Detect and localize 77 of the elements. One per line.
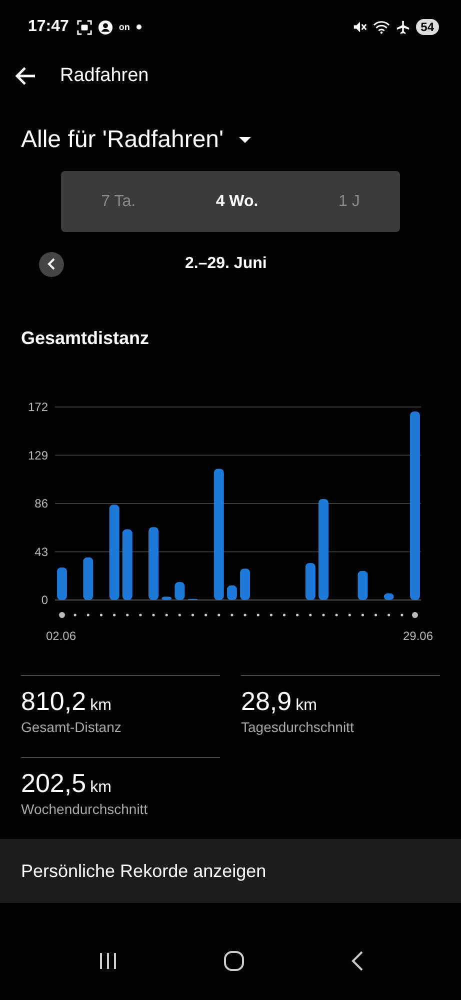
x-axis-dot [348,614,351,616]
x-axis-dot [100,614,103,616]
records-button[interactable]: Persönliche Rekorde anzeigen [0,839,461,903]
x-axis-dot [361,614,364,616]
x-axis-dot [165,614,168,616]
home-icon[interactable] [222,950,244,972]
y-axis-label: 0 [41,593,48,607]
section-title: Gesamtdistanz [21,328,150,349]
previous-button[interactable] [39,252,64,276]
x-axis-dot [335,614,338,616]
recent-apps-icon[interactable] [98,952,118,970]
stat-value: 28,9 [241,686,292,717]
y-axis-label: 43 [34,544,48,559]
bar [162,596,172,600]
bar [122,529,132,600]
stat-value: 202,5 [21,768,86,799]
bar [174,582,185,600]
x-axis-dot [296,614,299,616]
x-axis-dot [244,614,246,616]
x-axis-dot [282,614,286,616]
stat-value: 810,2 [21,686,86,717]
airplane-icon [396,20,410,34]
caret-icon [238,136,252,144]
y-axis-label: 86 [34,496,48,510]
bar [305,562,316,600]
period-tab[interactable]: 4 Wo. [204,184,270,218]
x-axis-dot [178,614,181,616]
arrow-left-icon [14,66,36,86]
wifi-icon [372,20,390,34]
notification-text: on [118,22,130,32]
battery-indicator: 54 [416,19,439,35]
mute-icon [352,20,367,34]
stat-label: Tagesdurchschnitt [241,719,355,735]
x-axis-dot [139,614,142,616]
x-axis-dot [322,614,325,616]
x-axis-dot [218,614,220,616]
chevron-left-icon [46,258,56,270]
stat-unit: km [90,779,112,797]
x-axis-dot [86,614,90,616]
dot-icon [136,24,142,30]
x-axis-label: 02.06 [46,629,76,643]
stat-unit: km [296,697,317,715]
bar [57,567,67,600]
bar [240,568,250,600]
x-axis-dot [230,614,234,616]
x-axis-dot [59,612,65,618]
page-title: Radfahren [60,65,149,87]
bar [384,593,394,600]
x-axis-dot [152,614,155,616]
stat-label: Gesamt-Distanz [21,719,122,735]
filter-dropdown[interactable]: Alle für 'Radfahren' [21,126,252,154]
account-icon [98,20,113,34]
screenshot-icon [76,20,92,34]
x-axis-dot [309,614,312,616]
x-axis-label: 29.06 [402,629,433,643]
y-axis-label: 129 [28,448,48,462]
x-axis-dot [374,614,378,616]
x-axis-dot [388,614,390,616]
stat-unit: km [90,697,112,715]
period-label: 2.–29. Juni [185,255,267,273]
x-axis-dot [191,614,194,616]
x-axis-dot [74,614,76,616]
x-axis-dot [256,614,260,616]
bar [226,585,237,600]
status-time: 17:47 [28,18,69,36]
back-icon[interactable] [350,950,364,972]
bar [83,557,94,600]
y-axis-label: 172 [28,400,48,414]
x-axis-dot [270,614,272,616]
x-axis-dot [204,614,208,616]
bar [358,570,368,600]
x-axis-dot [113,614,116,616]
x-axis-dot [412,612,418,618]
back-button[interactable] [14,65,38,87]
stat-label: Wochendurchschnitt [21,801,149,817]
x-axis-dot [126,614,129,616]
x-axis-dot [400,614,404,616]
